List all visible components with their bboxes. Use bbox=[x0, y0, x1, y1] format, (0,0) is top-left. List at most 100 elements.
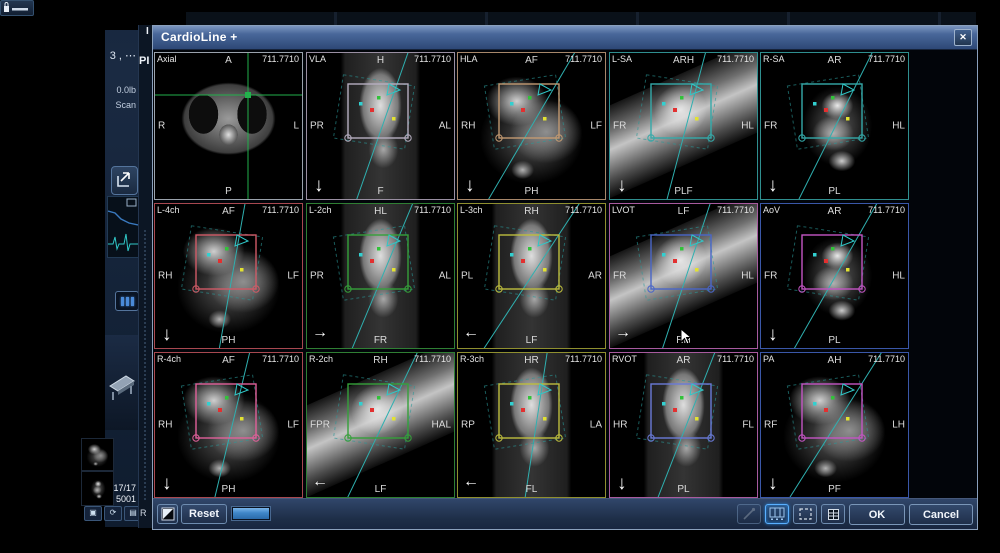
plane-panel-rvot[interactable]: RVOT711.7710ARHRFLPL↓ bbox=[609, 352, 758, 498]
orientation-left: RH bbox=[158, 420, 172, 431]
contrast-button[interactable] bbox=[157, 504, 178, 524]
occluded-label-fragment: I bbox=[146, 26, 149, 37]
scroll-down-arrow-icon[interactable]: ↓ bbox=[768, 474, 778, 493]
table-view-button[interactable] bbox=[821, 504, 845, 524]
plane-overlay-graphics bbox=[761, 53, 908, 199]
cardioline-dialog: CardioLine + ✕ Axial711.7710ARLP VLA711.… bbox=[152, 25, 978, 530]
export-button[interactable] bbox=[111, 166, 138, 195]
plane-panel-aov[interactable]: AoV711.7710ARFRHLPL↓ bbox=[760, 203, 909, 349]
dotted-scrollbar[interactable] bbox=[144, 230, 146, 500]
scroll-left-arrow-icon[interactable]: ← bbox=[463, 325, 479, 341]
plane-overlay-graphics bbox=[155, 204, 302, 348]
scroll-down-arrow-icon[interactable]: ↓ bbox=[162, 474, 172, 493]
scroll-left-arrow-icon[interactable]: ← bbox=[312, 474, 328, 490]
patient-weight: 0.0lb bbox=[105, 85, 136, 95]
plane-panel-axial[interactable]: Axial711.7710ARLP bbox=[154, 52, 303, 200]
orientation-right: AR bbox=[588, 271, 602, 282]
scroll-down-arrow-icon[interactable]: ↓ bbox=[768, 325, 778, 344]
orientation-left: RH bbox=[158, 271, 172, 282]
reset-button[interactable]: Reset bbox=[181, 504, 227, 524]
orientation-left: RP bbox=[461, 420, 475, 431]
orientation-top: AH bbox=[761, 355, 908, 366]
plane-panel-r-3ch[interactable]: R-3ch711.7710HRRPLAFL← bbox=[457, 352, 606, 498]
grid-layout-button[interactable] bbox=[765, 504, 789, 524]
probe-tool-button[interactable] bbox=[737, 504, 761, 524]
plane-panel-pa[interactable]: PA711.7710AHRFLHPF↓ bbox=[760, 352, 909, 498]
export-arrow-icon bbox=[112, 179, 135, 196]
scroll-down-arrow-icon[interactable]: ↓ bbox=[617, 474, 627, 493]
orientation-right: HAL bbox=[432, 420, 451, 431]
orientation-right: HL bbox=[741, 121, 754, 132]
patient-table-icon[interactable] bbox=[107, 358, 137, 408]
plane-panel-r-4ch[interactable]: R-4ch711.7710AFRHLFPH↓ bbox=[154, 352, 303, 498]
scroll-right-arrow-icon[interactable]: → bbox=[615, 325, 631, 341]
cancel-button[interactable]: Cancel bbox=[909, 504, 973, 525]
film-grid-icon bbox=[769, 507, 785, 521]
orientation-left: FR bbox=[613, 271, 626, 282]
plane-overlay-graphics bbox=[307, 204, 454, 348]
ok-button[interactable]: OK bbox=[849, 504, 905, 525]
orientation-left: RF bbox=[764, 420, 777, 431]
plane-overlay-graphics bbox=[307, 53, 454, 199]
scroll-left-arrow-icon[interactable]: ← bbox=[463, 474, 479, 490]
plane-panel-l-4ch[interactable]: L-4ch711.7710AFRHLFPH↓ bbox=[154, 203, 303, 349]
orientation-right: AL bbox=[439, 271, 451, 282]
orientation-bottom: PL bbox=[761, 335, 908, 346]
plane-panel-r-2ch[interactable]: R-2ch711.7710RHFPRHALLF← bbox=[306, 352, 455, 498]
orientation-right: LA bbox=[590, 420, 602, 431]
plane-panel-vla[interactable]: VLA711.7710HPRALF↓ bbox=[306, 52, 455, 200]
camera-icon[interactable]: ▣ bbox=[84, 506, 102, 521]
scroll-down-arrow-icon[interactable]: ↓ bbox=[617, 176, 627, 195]
orientation-left: FPR bbox=[310, 420, 330, 431]
physio-monitor-panel[interactable] bbox=[107, 196, 139, 258]
orientation-bottom: PH bbox=[155, 484, 302, 495]
timer-display[interactable] bbox=[115, 291, 139, 311]
thumbnail-toolbar: ▣ ⟳ ▤ bbox=[84, 506, 142, 521]
orientation-top: AF bbox=[155, 355, 302, 366]
plane-overlay-graphics bbox=[458, 53, 605, 199]
orientation-top: AR bbox=[761, 55, 908, 66]
orientation-top: HL bbox=[307, 206, 454, 217]
orientation-top: AF bbox=[155, 206, 302, 217]
close-button[interactable]: ✕ bbox=[954, 29, 972, 46]
footer-right-group: OK Cancel bbox=[737, 504, 973, 525]
dialog-titlebar[interactable]: CardioLine + ✕ bbox=[153, 26, 977, 50]
scroll-down-arrow-icon[interactable]: ↓ bbox=[314, 176, 324, 195]
series-number: 5001 bbox=[98, 494, 136, 504]
orientation-bottom: PL bbox=[761, 186, 908, 197]
lcd-segment bbox=[121, 297, 124, 306]
plane-overlay-graphics bbox=[761, 353, 908, 497]
series-thumbnail[interactable] bbox=[81, 438, 114, 471]
progress-fill bbox=[233, 508, 269, 519]
orientation-top: H bbox=[307, 55, 454, 66]
scroll-down-arrow-icon[interactable]: ↓ bbox=[162, 325, 172, 344]
plane-grid: Axial711.7710ARLP VLA711.7710HPRALF↓ HLA… bbox=[153, 50, 977, 500]
orientation-top: AR bbox=[761, 206, 908, 217]
orientation-top: RH bbox=[458, 206, 605, 217]
orientation-left: PR bbox=[310, 121, 324, 132]
orientation-right: FL bbox=[742, 420, 754, 431]
orientation-top: HR bbox=[458, 355, 605, 366]
scan-label: Scan bbox=[105, 100, 136, 110]
orientation-bottom: PL bbox=[610, 484, 757, 495]
lock-button[interactable] bbox=[0, 0, 34, 16]
marquee-select-button[interactable] bbox=[793, 504, 817, 524]
sync-icon[interactable]: ⟳ bbox=[104, 506, 122, 521]
orientation-right: HL bbox=[741, 271, 754, 282]
plane-overlay-graphics bbox=[610, 353, 757, 497]
scroll-right-arrow-icon[interactable]: → bbox=[312, 325, 328, 341]
orientation-left: FR bbox=[764, 121, 777, 132]
plane-panel-r-sa[interactable]: R-SA711.7710ARFRHLPL↓ bbox=[760, 52, 909, 200]
scroll-down-arrow-icon[interactable]: ↓ bbox=[465, 176, 475, 195]
plane-panel-hla[interactable]: HLA711.7710AFRHLFPH↓ bbox=[457, 52, 606, 200]
ecg-waveform-icon bbox=[108, 197, 138, 257]
orientation-top: LF bbox=[610, 206, 757, 217]
mouse-cursor bbox=[680, 328, 692, 346]
plane-panel-l-2ch[interactable]: L-2ch711.7710HLPRALFR→ bbox=[306, 203, 455, 349]
plane-panel-l-sa[interactable]: L-SA711.7710ARHFRHLPLF↓ bbox=[609, 52, 758, 200]
plane-overlay-graphics bbox=[458, 353, 605, 497]
plane-panel-l-3ch[interactable]: L-3ch711.7710RHPLARLF← bbox=[457, 203, 606, 349]
orientation-left: RH bbox=[461, 121, 475, 132]
scroll-down-arrow-icon[interactable]: ↓ bbox=[768, 176, 778, 195]
background-thumbnail-strip bbox=[186, 12, 976, 25]
